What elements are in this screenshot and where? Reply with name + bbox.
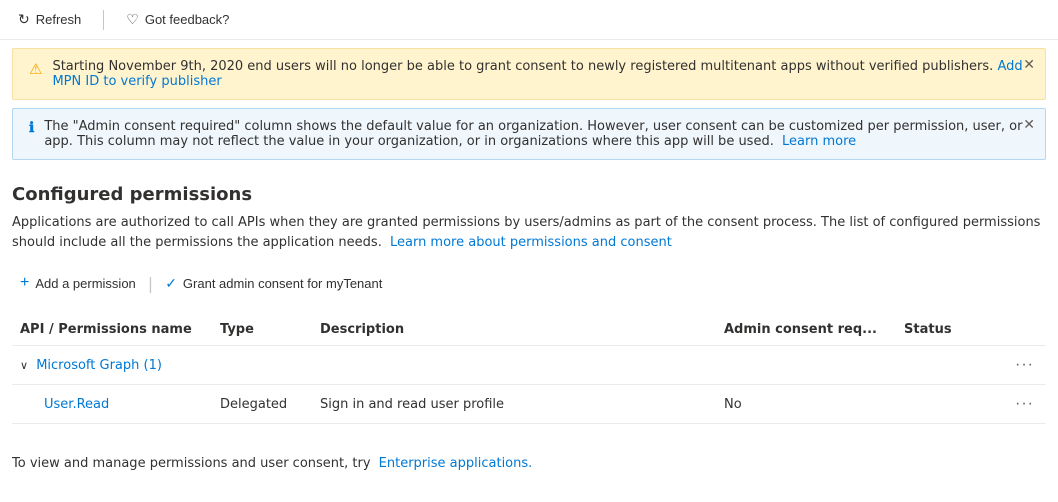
actions-divider: | — [148, 274, 153, 293]
permission-type-cell: Delegated — [212, 385, 312, 424]
header-admin-consent: Admin consent req... — [716, 314, 896, 346]
header-api-name: API / Permissions name — [12, 314, 212, 346]
warning-text: Starting November 9th, 2020 end users wi… — [52, 59, 1029, 89]
ms-graph-link[interactable]: Microsoft Graph (1) — [36, 358, 162, 373]
toolbar-divider — [103, 10, 104, 30]
refresh-icon: ↻ — [18, 11, 30, 28]
info-banner: ℹ The "Admin consent required" column sh… — [12, 108, 1046, 160]
permissions-table: API / Permissions name Type Description … — [12, 314, 1046, 424]
header-status: Status — [896, 314, 996, 346]
warning-icon: ⚠ — [29, 60, 42, 78]
info-message: The "Admin consent required" column show… — [44, 119, 1022, 149]
group-name-cell: ∨ Microsoft Graph (1) — [12, 346, 212, 385]
info-text: The "Admin consent required" column show… — [44, 119, 1029, 149]
grant-consent-label: Grant admin consent for myTenant — [183, 276, 382, 291]
actions-row: + Add a permission | ✓ Grant admin conse… — [12, 268, 1046, 298]
warning-banner: ⚠ Starting November 9th, 2020 end users … — [12, 48, 1046, 100]
info-icon: ℹ — [29, 120, 34, 137]
learn-more-permissions-link[interactable]: Learn more about permissions and consent — [390, 235, 672, 250]
permission-admin-cell: No — [716, 385, 896, 424]
feedback-button[interactable]: ♡ Got feedback? — [120, 7, 235, 32]
enterprise-applications-link[interactable]: Enterprise applications. — [379, 456, 533, 471]
user-read-link[interactable]: User.Read — [20, 397, 109, 412]
group-ellipsis-button[interactable]: ··· — [1011, 354, 1038, 376]
table-row: User.Read Delegated Sign in and read use… — [12, 385, 1046, 424]
group-status-cell — [896, 346, 996, 385]
add-icon: + — [20, 274, 29, 292]
check-icon: ✓ — [165, 275, 177, 292]
table-row: ∨ Microsoft Graph (1) ··· — [12, 346, 1046, 385]
header-description: Description — [312, 314, 716, 346]
header-actions — [996, 314, 1046, 346]
section-description: Applications are authorized to call APIs… — [12, 213, 1046, 252]
warning-banner-close[interactable]: ✕ — [1023, 57, 1035, 71]
feedback-icon: ♡ — [126, 11, 139, 28]
footer: To view and manage permissions and user … — [0, 440, 1058, 487]
main-content: Configured permissions Applications are … — [0, 168, 1058, 440]
header-type: Type — [212, 314, 312, 346]
refresh-button[interactable]: ↻ Refresh — [12, 7, 87, 32]
permission-ellipsis-button[interactable]: ··· — [1011, 393, 1038, 415]
permission-actions-cell: ··· — [996, 385, 1046, 424]
refresh-label: Refresh — [36, 12, 82, 27]
learn-more-link-banner[interactable]: Learn more — [782, 134, 856, 149]
chevron-down-icon: ∨ — [20, 359, 28, 372]
grant-consent-button[interactable]: ✓ Grant admin consent for myTenant — [157, 269, 390, 298]
group-actions-cell: ··· — [996, 346, 1046, 385]
footer-text: To view and manage permissions and user … — [12, 456, 371, 471]
toolbar: ↻ Refresh ♡ Got feedback? — [0, 0, 1058, 40]
section-title: Configured permissions — [12, 184, 1046, 205]
permission-status-cell — [896, 385, 996, 424]
feedback-label: Got feedback? — [145, 12, 230, 27]
group-admin-cell — [716, 346, 896, 385]
group-desc-cell — [312, 346, 716, 385]
permission-name-cell: User.Read — [12, 385, 212, 424]
warning-message: Starting November 9th, 2020 end users wi… — [52, 59, 993, 74]
info-banner-close[interactable]: ✕ — [1023, 117, 1035, 131]
table-header-row: API / Permissions name Type Description … — [12, 314, 1046, 346]
group-type-cell — [212, 346, 312, 385]
permission-desc-cell: Sign in and read user profile — [312, 385, 716, 424]
add-permission-label: Add a permission — [35, 276, 135, 291]
add-permission-button[interactable]: + Add a permission — [12, 268, 144, 298]
